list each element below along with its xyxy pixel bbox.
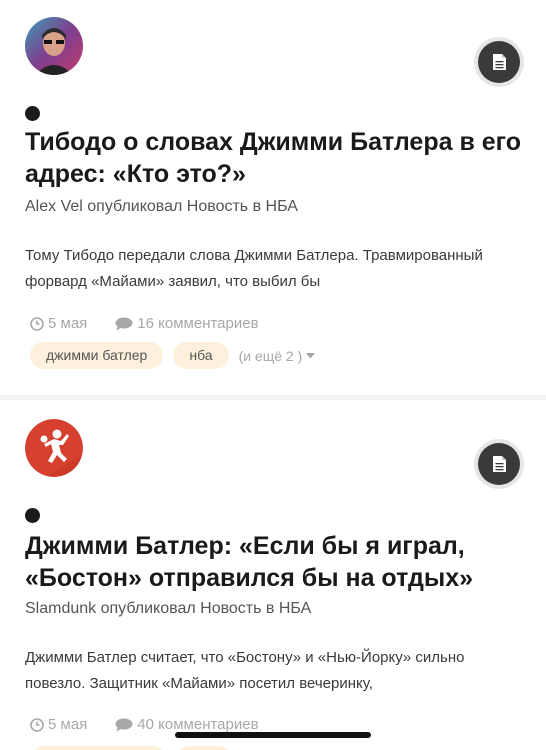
- comments-count: 16 комментариев: [137, 315, 259, 332]
- comment-icon: [115, 317, 133, 330]
- post-title[interactable]: Тибодо о словах Джимми Батлера в его адр…: [25, 126, 525, 190]
- tag-list: [30, 746, 242, 750]
- post-excerpt: Джимми Батлер считает, что «Бостону» и «…: [25, 649, 465, 692]
- document-icon: [492, 54, 506, 70]
- home-indicator[interactable]: [175, 732, 371, 738]
- post-meta: 5 мая 40 комментариев: [30, 716, 287, 733]
- clock-icon: [30, 316, 44, 331]
- tag[interactable]: [176, 746, 232, 750]
- comments-link[interactable]: 16 комментариев: [115, 315, 259, 332]
- author-avatar[interactable]: [25, 17, 83, 75]
- news-card[interactable]: Джимми Батлер: «Если бы я играл, «Бостон…: [0, 400, 546, 750]
- comments-link[interactable]: 40 комментариев: [115, 716, 259, 733]
- post-type-button[interactable]: [474, 439, 524, 489]
- post-meta: 5 мая 16 комментариев: [30, 315, 287, 332]
- more-tags-label: (и ещё 2 ): [238, 347, 303, 364]
- tag[interactable]: [30, 746, 166, 750]
- comments-count: 40 комментариев: [137, 716, 259, 733]
- post-byline: Slamdunk опубликовал Новость в НБА: [25, 600, 312, 617]
- post-date: 5 мая: [48, 315, 88, 332]
- tag[interactable]: джимми батлер: [30, 342, 164, 369]
- clock-icon: [30, 717, 44, 732]
- post-date: 5 мая: [48, 716, 88, 733]
- unread-indicator: [25, 508, 40, 523]
- caret-down-icon: [306, 352, 316, 358]
- post-excerpt: Тому Тибодо передали слова Джимми Батлер…: [25, 247, 483, 290]
- news-card[interactable]: Тибодо о словах Джимми Батлера в его адр…: [0, 0, 546, 395]
- comment-icon: [115, 718, 133, 731]
- tag[interactable]: нба: [173, 342, 229, 369]
- more-tags-toggle[interactable]: (и ещё 2 ): [239, 348, 316, 364]
- document-icon: [492, 456, 506, 472]
- author-avatar[interactable]: [25, 419, 83, 477]
- unread-indicator: [25, 106, 40, 121]
- post-byline: Alex Vel опубликовал Новость в НБА: [25, 198, 298, 215]
- post-title[interactable]: Джимми Батлер: «Если бы я играл, «Бостон…: [25, 530, 525, 594]
- post-type-button[interactable]: [474, 37, 524, 87]
- tag-list: джимми батлер нба (и ещё 2 ): [30, 342, 316, 369]
